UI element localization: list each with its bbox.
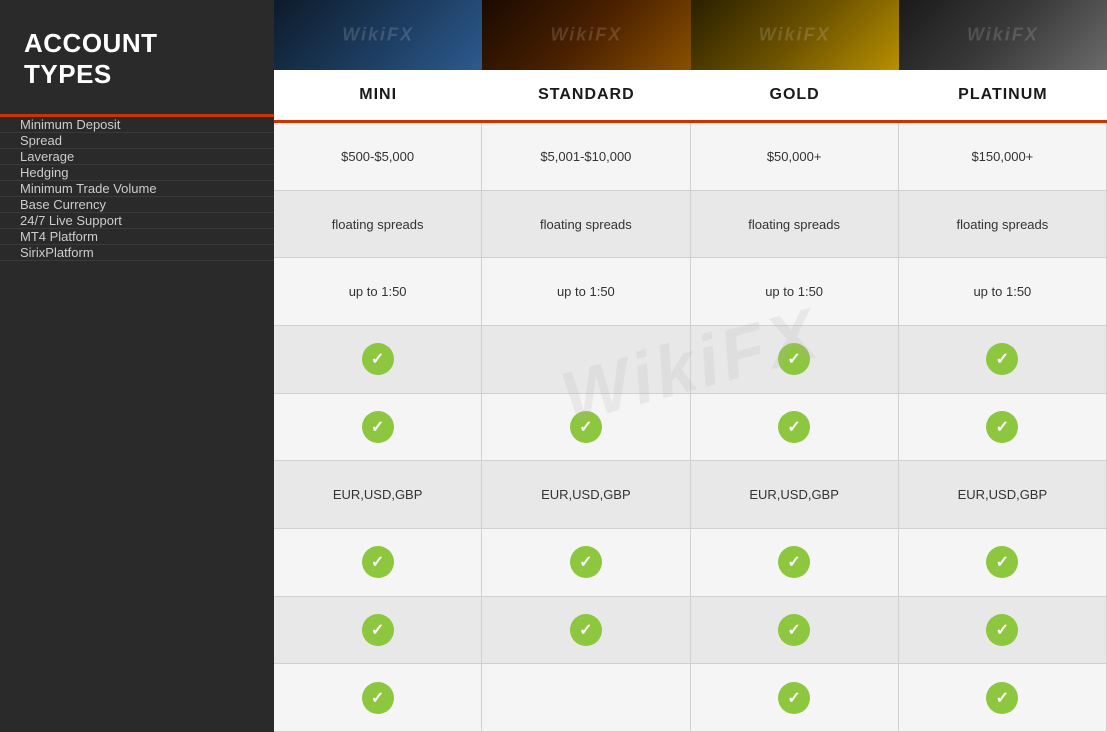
- check-icon: [362, 546, 394, 578]
- check-icon: [362, 614, 394, 646]
- row-label-4: Minimum Trade Volume: [0, 181, 274, 197]
- main-content: WikiFX WikiFX WikiFX WikiFX MINISTANDARD…: [274, 0, 1107, 732]
- check-icon: [986, 546, 1018, 578]
- table-row: [274, 394, 1107, 462]
- cell-r3-c2: [691, 326, 899, 394]
- check-icon: [778, 411, 810, 443]
- cell-r2-c0: up to 1:50: [274, 258, 482, 326]
- cell-r2-c2: up to 1:50: [691, 258, 899, 326]
- cell-r7-c2: [691, 597, 899, 665]
- row-label-3: Hedging: [0, 165, 274, 181]
- sidebar-rows: Minimum DepositSpreadLaverageHedgingMini…: [0, 117, 274, 732]
- check-icon: [570, 546, 602, 578]
- table-row: up to 1:50up to 1:50up to 1:50up to 1:50: [274, 258, 1107, 326]
- col-header-platinum: PLATINUM: [899, 70, 1107, 120]
- cell-r0-c2: $50,000+: [691, 123, 899, 191]
- cell-r4-c2: [691, 394, 899, 462]
- check-icon: [362, 682, 394, 714]
- row-label-2: Laverage: [0, 149, 274, 165]
- check-icon: [362, 343, 394, 375]
- cell-r2-c1: up to 1:50: [482, 258, 690, 326]
- main-container: ACCOUNT TYPES Minimum DepositSpreadLaver…: [0, 0, 1107, 732]
- check-icon: [362, 411, 394, 443]
- cell-r0-c1: $5,001-$10,000: [482, 123, 690, 191]
- wikifx-watermark-1: WikiFX: [342, 25, 414, 46]
- cell-r1-c0: floating spreads: [274, 191, 482, 259]
- cell-r1-c1: floating spreads: [482, 191, 690, 259]
- cell-r4-c1: [482, 394, 690, 462]
- cell-r5-c3: EUR,USD,GBP: [899, 461, 1107, 529]
- table-row: [274, 326, 1107, 394]
- cell-r5-c1: EUR,USD,GBP: [482, 461, 690, 529]
- row-label-8: SirixPlatform: [0, 245, 274, 261]
- sidebar: ACCOUNT TYPES Minimum DepositSpreadLaver…: [0, 0, 274, 732]
- check-icon: [986, 614, 1018, 646]
- row-label-0: Minimum Deposit: [0, 117, 274, 133]
- header-images: WikiFX WikiFX WikiFX WikiFX: [274, 0, 1107, 70]
- check-icon: [986, 411, 1018, 443]
- row-label-6: 24/7 Live Support: [0, 213, 274, 229]
- col-headers: MINISTANDARDGOLDPLATINUM: [274, 70, 1107, 123]
- check-icon: [778, 682, 810, 714]
- header-col-standard: WikiFX: [482, 0, 690, 70]
- wikifx-watermark-3: WikiFX: [759, 25, 831, 46]
- wikifx-watermark-2: WikiFX: [550, 25, 622, 46]
- cell-r7-c3: [899, 597, 1107, 665]
- cell-r2-c3: up to 1:50: [899, 258, 1107, 326]
- cell-r6-c1: [482, 529, 690, 597]
- check-icon: [570, 411, 602, 443]
- cell-r5-c2: EUR,USD,GBP: [691, 461, 899, 529]
- row-label-7: MT4 Platform: [0, 229, 274, 245]
- cell-r8-c3: [899, 664, 1107, 732]
- header-col-mini: WikiFX: [274, 0, 482, 70]
- cell-r3-c3: [899, 326, 1107, 394]
- table-row: floating spreadsfloating spreadsfloating…: [274, 191, 1107, 259]
- table-row: [274, 597, 1107, 665]
- check-icon: [778, 343, 810, 375]
- cell-r3-c0: [274, 326, 482, 394]
- header-col-platinum: WikiFX: [899, 0, 1107, 70]
- check-icon: [986, 343, 1018, 375]
- cell-r6-c0: [274, 529, 482, 597]
- table-row: [274, 664, 1107, 732]
- cell-r3-c1: [482, 326, 690, 394]
- sidebar-title: ACCOUNT TYPES: [24, 28, 250, 90]
- cell-r7-c1: [482, 597, 690, 665]
- sidebar-header: ACCOUNT TYPES: [0, 0, 274, 114]
- cell-r7-c0: [274, 597, 482, 665]
- cell-r0-c0: $500-$5,000: [274, 123, 482, 191]
- table-body: $500-$5,000$5,001-$10,000$50,000+$150,00…: [274, 123, 1107, 732]
- cell-r8-c2: [691, 664, 899, 732]
- cell-r1-c3: floating spreads: [899, 191, 1107, 259]
- check-icon: [986, 682, 1018, 714]
- col-header-gold: GOLD: [691, 70, 899, 120]
- cell-r8-c1: [482, 664, 690, 732]
- cell-r4-c0: [274, 394, 482, 462]
- wikifx-watermark-4: WikiFX: [967, 25, 1039, 46]
- check-icon: [570, 614, 602, 646]
- row-label-5: Base Currency: [0, 197, 274, 213]
- col-header-mini: MINI: [274, 70, 482, 120]
- row-label-1: Spread: [0, 133, 274, 149]
- cell-r6-c2: [691, 529, 899, 597]
- cell-r8-c0: [274, 664, 482, 732]
- table-row: [274, 529, 1107, 597]
- cell-r5-c0: EUR,USD,GBP: [274, 461, 482, 529]
- check-icon: [778, 614, 810, 646]
- cell-r4-c3: [899, 394, 1107, 462]
- check-icon: [778, 546, 810, 578]
- cell-r6-c3: [899, 529, 1107, 597]
- cell-r1-c2: floating spreads: [691, 191, 899, 259]
- table-row: $500-$5,000$5,001-$10,000$50,000+$150,00…: [274, 123, 1107, 191]
- table-row: EUR,USD,GBPEUR,USD,GBPEUR,USD,GBPEUR,USD…: [274, 461, 1107, 529]
- header-col-gold: WikiFX: [691, 0, 899, 70]
- cell-r0-c3: $150,000+: [899, 123, 1107, 191]
- col-header-standard: STANDARD: [482, 70, 690, 120]
